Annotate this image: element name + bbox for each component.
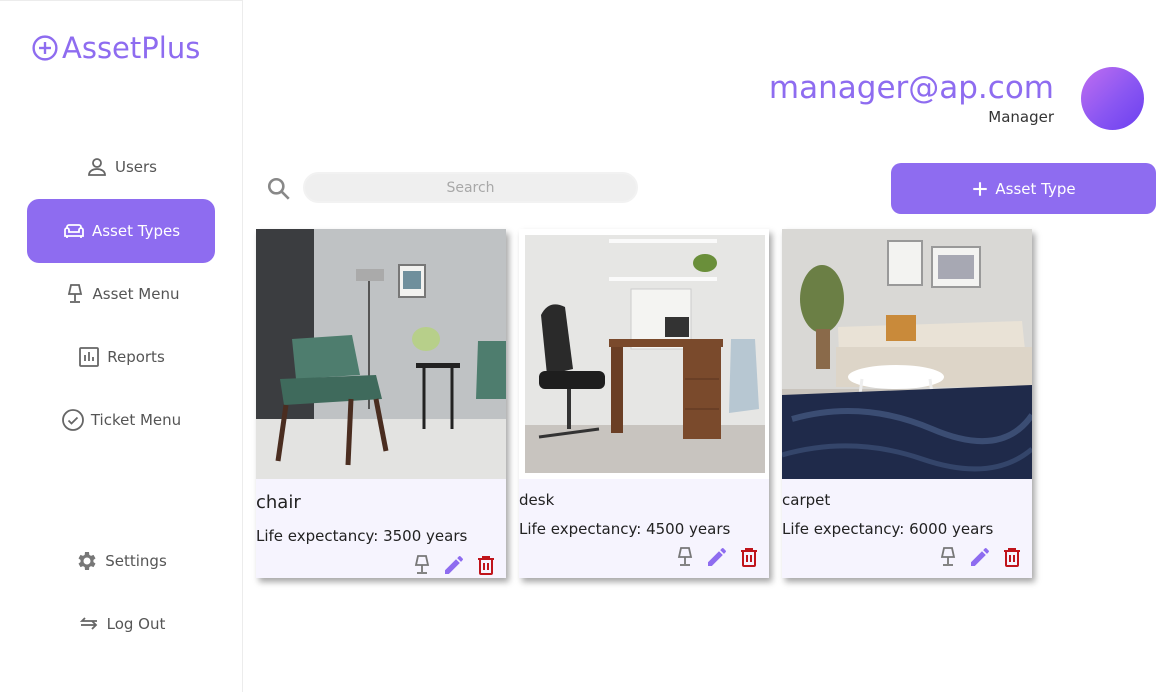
asset-image-desk: [519, 229, 769, 479]
trash-icon: [1004, 548, 1020, 567]
asset-name: chair: [256, 492, 301, 513]
asset-menu-button[interactable]: [673, 545, 697, 569]
plus-icon: [973, 181, 988, 196]
delete-button[interactable]: [1000, 545, 1024, 569]
edit-button[interactable]: [442, 553, 466, 577]
sidebar-item-label: Reports: [107, 348, 165, 366]
sidebar-item-logout[interactable]: Log Out: [27, 592, 215, 656]
plus-circle-icon: [32, 35, 58, 61]
asset-menu-button[interactable]: [936, 545, 960, 569]
sidebar-item-ticket-menu[interactable]: Ticket Menu: [27, 388, 215, 452]
app-title: AssetPlus: [62, 31, 201, 65]
user-role: Manager: [988, 108, 1054, 126]
search-icon[interactable]: [266, 176, 292, 202]
delete-button[interactable]: [474, 553, 498, 577]
add-asset-type-label: Asset Type: [995, 179, 1076, 198]
app-logo[interactable]: AssetPlus: [32, 31, 200, 65]
pencil-icon: [708, 548, 726, 566]
pencil-icon: [445, 556, 463, 574]
sidebar-item-reports[interactable]: Reports: [27, 325, 215, 389]
sidebar-item-label: Asset Menu: [92, 285, 180, 303]
avatar[interactable]: [1081, 67, 1144, 130]
asset-image-carpet: [782, 229, 1032, 479]
logout-icon: [79, 617, 97, 630]
sidebar-item-users[interactable]: Users: [27, 135, 215, 199]
sidebar-item-label: Asset Types: [91, 222, 181, 240]
sofa-icon: [64, 224, 84, 238]
lamp-icon: [940, 547, 956, 566]
asset-actions: [410, 553, 498, 577]
asset-image-chair: [256, 229, 506, 479]
asset-life-expectancy: Life expectancy: 3500 years: [256, 527, 468, 545]
trash-icon: [478, 556, 494, 575]
asset-name: desk: [519, 491, 555, 509]
asset-actions: [936, 545, 1024, 569]
asset-life-expectancy: Life expectancy: 6000 years: [782, 520, 994, 538]
sidebar: AssetPlus Users Asset Types Asset Menu R…: [0, 0, 243, 692]
delete-button[interactable]: [737, 545, 761, 569]
asset-card-chair[interactable]: chair Life expectancy: 3500 years: [256, 229, 506, 578]
add-asset-type-button[interactable]: Asset Type: [891, 163, 1156, 214]
asset-card-carpet[interactable]: carpet Life expectancy: 6000 years: [782, 229, 1032, 578]
bar-chart-icon: [79, 347, 100, 367]
pencil-icon: [971, 548, 989, 566]
sidebar-item-settings[interactable]: Settings: [27, 529, 215, 593]
edit-button[interactable]: [968, 545, 992, 569]
user-icon: [88, 158, 106, 176]
gear-icon: [78, 552, 96, 570]
asset-life-expectancy: Life expectancy: 4500 years: [519, 520, 731, 538]
trash-icon: [741, 548, 757, 567]
lamp-icon: [677, 547, 693, 566]
lamp-icon: [67, 284, 82, 303]
asset-name: carpet: [782, 491, 831, 509]
search-input[interactable]: [303, 172, 638, 203]
edit-button[interactable]: [705, 545, 729, 569]
sidebar-item-asset-types[interactable]: Asset Types: [27, 199, 215, 263]
sidebar-item-label: Ticket Menu: [90, 411, 182, 429]
asset-menu-button[interactable]: [410, 553, 434, 577]
check-circle-icon: [61, 409, 84, 431]
sidebar-item-label: Settings: [105, 552, 167, 570]
sidebar-item-asset-menu[interactable]: Asset Menu: [27, 262, 215, 326]
sidebar-item-label: Log Out: [106, 615, 166, 633]
sidebar-item-label: Users: [114, 158, 157, 176]
lamp-icon: [414, 555, 430, 574]
asset-card-desk[interactable]: desk Life expectancy: 4500 years: [519, 229, 769, 578]
asset-actions: [673, 545, 761, 569]
user-email: manager@ap.com: [768, 70, 1054, 106]
